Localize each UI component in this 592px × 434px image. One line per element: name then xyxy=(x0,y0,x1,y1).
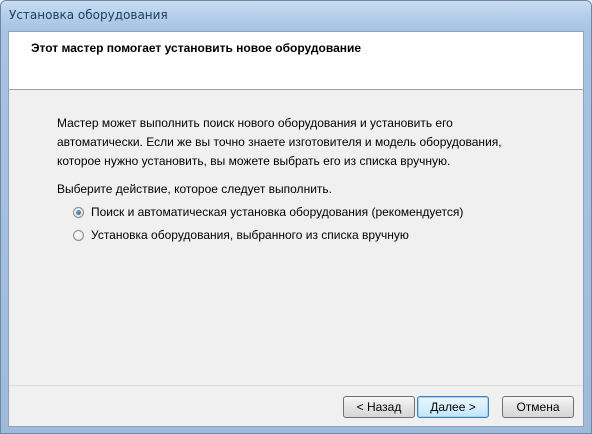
option-manual-select-label: Установка оборудования, выбранного из сп… xyxy=(91,228,409,242)
description-text: Мастер может выполнить поиск нового обор… xyxy=(57,116,502,168)
option-auto-search[interactable]: Поиск и автоматическая установка оборудо… xyxy=(73,203,463,221)
cancel-button[interactable]: Отмена xyxy=(502,396,574,418)
action-prompt: Выберите действие, которое следует выпол… xyxy=(57,182,332,196)
window-title: Установка оборудования xyxy=(9,8,168,22)
back-button[interactable]: < Назад xyxy=(343,396,415,418)
radio-manual-select[interactable] xyxy=(73,229,84,241)
title-bar[interactable]: Установка оборудования xyxy=(1,1,591,29)
next-button[interactable]: Далее > xyxy=(417,396,489,418)
wizard-header: Этот мастер помогает установить новое об… xyxy=(9,32,583,90)
button-bar xyxy=(9,385,583,426)
wizard-client-area: Этот мастер помогает установить новое об… xyxy=(8,31,584,427)
radio-auto-search[interactable] xyxy=(73,206,84,218)
option-auto-search-label: Поиск и автоматическая установка оборудо… xyxy=(91,205,464,219)
wizard-window: Установка оборудования Этот мастер помог… xyxy=(0,0,592,434)
header-title: Этот мастер помогает установить новое об… xyxy=(31,41,362,55)
option-manual-select[interactable]: Установка оборудования, выбранного из сп… xyxy=(73,226,409,244)
